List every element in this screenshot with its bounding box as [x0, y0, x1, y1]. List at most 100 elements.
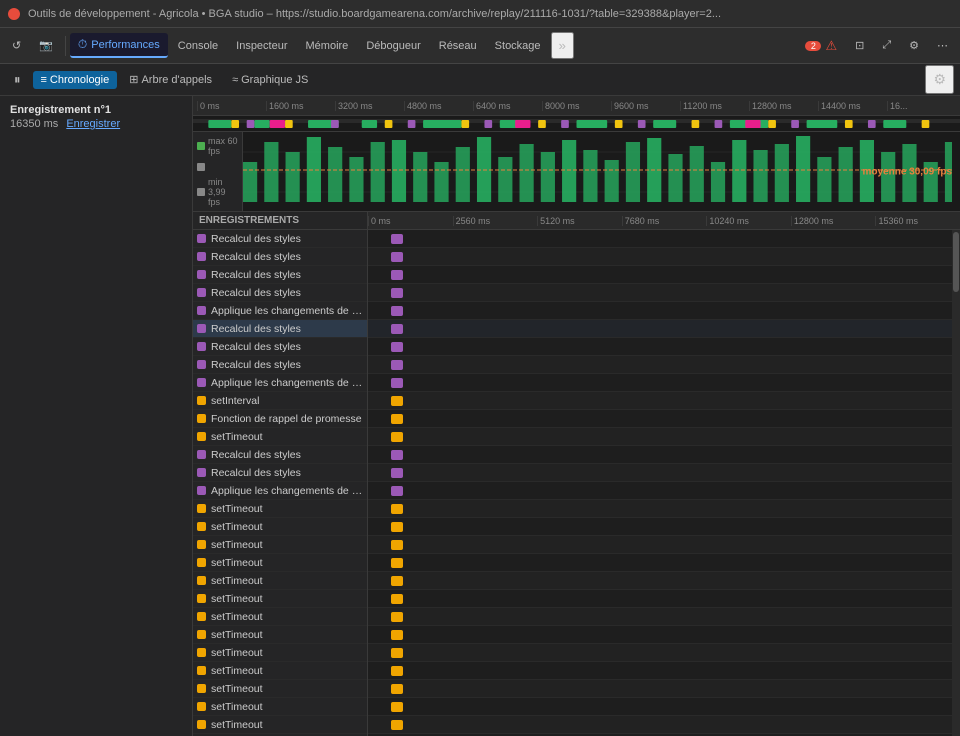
list-item[interactable]: setTimeout	[193, 590, 367, 608]
tab-inspecteur[interactable]: Inspecteur	[228, 36, 295, 56]
list-item[interactable]: setTimeout	[193, 518, 367, 536]
record-label: setTimeout	[211, 593, 263, 605]
content-ruler: ENREGISTREMENTS 0 ms2560 ms5120 ms7680 m…	[193, 212, 960, 230]
list-item[interactable]: Recalcul des styles	[193, 464, 367, 482]
screenshot-btn[interactable]: 📷	[31, 35, 61, 56]
tab-arbre-appels[interactable]: ⊞ Arbre d'appels	[121, 70, 220, 89]
list-item[interactable]: setTimeout	[193, 716, 367, 734]
debogueur-label: Débogueur	[366, 40, 420, 52]
record-dot	[197, 504, 206, 513]
record-label: setTimeout	[211, 431, 263, 443]
ellipsis-button[interactable]: ⋯	[929, 35, 956, 56]
list-item[interactable]: setTimeout	[193, 536, 367, 554]
record-label: Recalcul des styles	[211, 287, 301, 299]
error-icon: ⚠	[825, 38, 837, 54]
list-item[interactable]: Recalcul des styles	[193, 356, 367, 374]
list-item[interactable]: Recalcul des styles	[193, 266, 367, 284]
record-bar	[391, 576, 403, 586]
timeline-bars-svg	[193, 116, 960, 132]
record-bar	[391, 270, 403, 280]
list-item[interactable]: setTimeout	[193, 626, 367, 644]
tab-console[interactable]: Console	[170, 36, 226, 56]
list-item[interactable]: setTimeout	[193, 554, 367, 572]
content-ruler-mark: 12800 ms	[791, 216, 876, 226]
recording-header: Enregistrement n°1 16350 ms Enregistrer	[0, 96, 192, 134]
record-dot	[197, 666, 206, 675]
list-item[interactable]: Recalcul des styles	[193, 320, 367, 338]
tab-performances[interactable]: ⏱ Performances	[70, 33, 168, 58]
record-label: Applique les changements de s...	[211, 485, 363, 497]
list-item[interactable]: setTimeout	[193, 644, 367, 662]
list-item[interactable]: setTimeout	[193, 572, 367, 590]
arbre-label: Arbre d'appels	[141, 74, 212, 86]
records-area[interactable]: Recalcul des stylesRecalcul des stylesRe…	[193, 230, 952, 736]
content-ruler-mark: 15360 ms	[875, 216, 960, 226]
list-item[interactable]: setTimeout	[193, 428, 367, 446]
list-item[interactable]: Recalcul des styles	[193, 230, 367, 248]
top-toolbar: ↺ 📷 ⏱ Performances Console Inspecteur Mé…	[0, 28, 960, 64]
save-link[interactable]: Enregistrer	[66, 118, 120, 130]
list-item[interactable]: Applique les changements de s...	[193, 302, 367, 320]
tab-graphique-js[interactable]: ≈ Graphique JS	[224, 71, 316, 89]
tab-stockage[interactable]: Stockage	[487, 36, 549, 56]
list-item[interactable]: Recalcul des styles	[193, 284, 367, 302]
table-row	[368, 572, 952, 590]
content-area: ENREGISTREMENTS 0 ms2560 ms5120 ms7680 m…	[193, 212, 960, 736]
record-bar	[391, 414, 403, 424]
fps-min-dot	[197, 188, 205, 196]
list-item[interactable]: Recalcul des styles	[193, 338, 367, 356]
reload-icon-btn[interactable]: ↺	[4, 35, 29, 56]
list-item[interactable]: setTimeout	[193, 680, 367, 698]
fps-min-label: min 3,99 fps	[208, 177, 238, 207]
ruler-mark: 8000 ms	[542, 101, 611, 111]
scrollbar-thumb[interactable]	[953, 232, 959, 292]
record-dot	[197, 702, 206, 711]
records-right-panel	[368, 230, 952, 736]
record-dot	[197, 540, 206, 549]
close-button[interactable]	[8, 8, 20, 20]
record-bar	[391, 666, 403, 676]
list-item[interactable]: setInterval	[193, 392, 367, 410]
record-bar	[391, 324, 403, 334]
record-dot	[197, 684, 206, 693]
tab-memoire[interactable]: Mémoire	[298, 36, 357, 56]
record-label: Recalcul des styles	[211, 233, 301, 245]
more-tools-button[interactable]: »	[551, 32, 574, 59]
record-dot	[197, 324, 206, 333]
fullscreen-button[interactable]: ⤢	[874, 35, 899, 56]
record-label: Recalcul des styles	[211, 323, 301, 335]
table-row	[368, 500, 952, 518]
record-label: setTimeout	[211, 665, 263, 677]
ruler-mark: 16...	[887, 101, 956, 111]
filter-button[interactable]: ⏸	[6, 69, 29, 91]
list-item[interactable]: setTimeout	[193, 698, 367, 716]
list-item[interactable]: Applique les changements de s...	[193, 482, 367, 500]
list-item[interactable]: setTimeout	[193, 662, 367, 680]
table-row	[368, 248, 952, 266]
record-dot	[197, 522, 206, 531]
list-item[interactable]: Applique les changements de s...	[193, 374, 367, 392]
tab-reseau[interactable]: Réseau	[431, 36, 485, 56]
list-item[interactable]: setTimeout	[193, 500, 367, 518]
record-dot	[197, 306, 206, 315]
fps-max-row: max 60 fps	[197, 136, 238, 156]
panel-settings-button[interactable]: ⚙	[925, 65, 954, 94]
list-item[interactable]: Fonction de rappel de promesse	[193, 410, 367, 428]
record-dot	[197, 414, 206, 423]
tab-chronologie[interactable]: ≡ Chronologie	[33, 71, 118, 89]
content-ruler-marks: 0 ms2560 ms5120 ms7680 ms10240 ms12800 m…	[368, 216, 960, 226]
record-dot	[197, 612, 206, 621]
graphique-icon: ≈	[232, 74, 238, 86]
vertical-scrollbar[interactable]	[952, 230, 960, 736]
content-ruler-mark: 2560 ms	[453, 216, 538, 226]
dock-button[interactable]: ⊡	[847, 35, 872, 56]
settings-button[interactable]: ⚙	[901, 35, 927, 56]
table-row	[368, 698, 952, 716]
list-item[interactable]: Recalcul des styles	[193, 446, 367, 464]
list-item[interactable]: Recalcul des styles	[193, 248, 367, 266]
table-row	[368, 536, 952, 554]
list-item[interactable]: setTimeout	[193, 608, 367, 626]
tab-debogueur[interactable]: Débogueur	[358, 36, 428, 56]
record-label: setTimeout	[211, 647, 263, 659]
content-ruler-right: 0 ms2560 ms5120 ms7680 ms10240 ms12800 m…	[368, 212, 960, 229]
